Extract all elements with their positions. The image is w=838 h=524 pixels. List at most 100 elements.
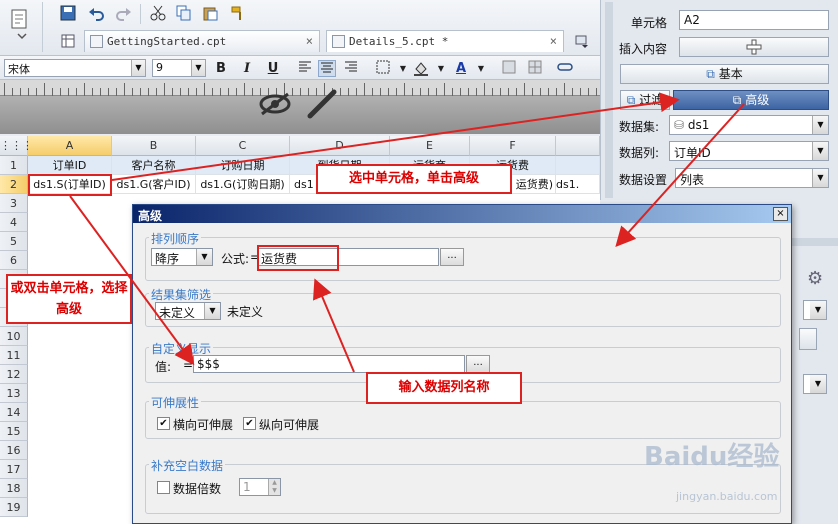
panel-select-2[interactable]: ▼ bbox=[803, 374, 827, 394]
tab-menu-icon[interactable] bbox=[572, 31, 592, 51]
horizontal-expand-checkbox[interactable]: ✔ bbox=[157, 417, 170, 430]
cell-address-input[interactable]: A2 bbox=[679, 10, 829, 30]
data-setting-value: 列表 bbox=[680, 173, 705, 187]
row-header[interactable]: 1 bbox=[0, 156, 28, 175]
gear-icon[interactable]: ⚙ bbox=[807, 268, 827, 289]
data-column-select[interactable]: 订单ID ▼ bbox=[669, 141, 829, 161]
custom-value-equals: = bbox=[183, 358, 194, 372]
row-header[interactable]: 5 bbox=[0, 232, 28, 251]
border-icon[interactable] bbox=[374, 60, 392, 77]
row-header[interactable]: 4 bbox=[0, 213, 28, 232]
row-header[interactable]: 18 bbox=[0, 479, 28, 498]
font-family-select[interactable]: 宋体 ▼ bbox=[4, 59, 146, 77]
column-header-b[interactable]: B bbox=[112, 136, 196, 156]
row-header[interactable]: 6 bbox=[0, 251, 28, 270]
panel-button[interactable] bbox=[799, 328, 817, 350]
select-all-corner[interactable]: ⋮⋮⋮ bbox=[0, 136, 33, 156]
chevron-down-icon[interactable]: ▼ bbox=[432, 60, 450, 77]
ruler-tick bbox=[436, 88, 437, 96]
chevron-down-icon[interactable]: ▼ bbox=[472, 60, 490, 77]
panel-splitter[interactable] bbox=[605, 2, 613, 198]
ruler-tick bbox=[572, 88, 573, 96]
cell-c2[interactable]: ds1.G(订购日期) bbox=[196, 175, 290, 194]
formula-browse-button[interactable]: ... bbox=[440, 248, 464, 266]
designer-menu-icon[interactable] bbox=[8, 6, 34, 40]
row-header[interactable]: 2 bbox=[0, 175, 28, 194]
cell-g2[interactable]: ds1. bbox=[556, 175, 600, 194]
cell-b2[interactable]: ds1.G(客户ID) bbox=[112, 175, 196, 194]
italic-button[interactable]: I bbox=[238, 60, 256, 77]
copy-icon[interactable] bbox=[174, 3, 194, 23]
bold-button[interactable]: B bbox=[212, 60, 230, 77]
paste-icon[interactable] bbox=[200, 3, 220, 23]
chevron-down-icon: ▼ bbox=[204, 303, 220, 319]
fill-color-icon[interactable] bbox=[412, 60, 430, 77]
font-size-select[interactable]: 9 ▼ bbox=[152, 59, 206, 77]
cell-g1[interactable] bbox=[556, 156, 600, 175]
text-color-button[interactable]: A bbox=[452, 60, 470, 77]
undo-icon[interactable] bbox=[86, 3, 106, 23]
tab-close-icon[interactable]: × bbox=[550, 34, 557, 48]
column-header-c[interactable]: C bbox=[196, 136, 290, 156]
hyperlink-icon[interactable] bbox=[556, 60, 574, 77]
ruler-tick bbox=[244, 83, 245, 96]
column-header-d[interactable]: D bbox=[290, 136, 390, 156]
row-header[interactable]: 17 bbox=[0, 460, 28, 479]
horizontal-ruler bbox=[0, 80, 600, 96]
column-header-e[interactable]: E bbox=[390, 136, 470, 156]
cut-icon[interactable] bbox=[148, 3, 168, 23]
advanced-button[interactable]: ⧉ 高级 bbox=[673, 90, 829, 110]
redo-icon[interactable] bbox=[114, 3, 134, 23]
ruler-tick bbox=[60, 88, 61, 96]
cell-b1[interactable]: 客户名称 bbox=[112, 156, 196, 175]
row-header[interactable]: 3 bbox=[0, 194, 28, 213]
tab-details-5[interactable]: Details_5.cpt * × bbox=[326, 30, 564, 52]
row-header[interactable]: 19 bbox=[0, 498, 28, 517]
expandability-title: 可伸展性 bbox=[149, 394, 202, 411]
row-header[interactable]: 14 bbox=[0, 403, 28, 422]
row-header[interactable]: 10 bbox=[0, 327, 28, 346]
filter-button[interactable]: ⧉ 过滤 bbox=[620, 90, 670, 110]
underline-button[interactable]: U bbox=[264, 60, 282, 77]
row-header[interactable]: 15 bbox=[0, 422, 28, 441]
tab-close-icon[interactable]: × bbox=[306, 34, 313, 48]
data-setting-select[interactable]: 列表 ▼ bbox=[675, 168, 829, 188]
data-multiple-spinner[interactable]: 1 ▲ ▼ bbox=[239, 478, 281, 496]
dataset-value: ds1 bbox=[687, 118, 710, 132]
ruler-tick bbox=[412, 88, 413, 96]
tab-gettingstarted[interactable]: GettingStarted.cpt × bbox=[84, 30, 320, 52]
basic-button[interactable]: ⧉ 基本 bbox=[620, 64, 829, 84]
new-report-icon[interactable] bbox=[58, 31, 78, 51]
row-header[interactable]: 13 bbox=[0, 384, 28, 403]
cell-c1[interactable]: 订购日期 bbox=[196, 156, 290, 175]
sort-order-select[interactable]: 降序 ▼ bbox=[151, 248, 213, 266]
row-header[interactable]: 12 bbox=[0, 365, 28, 384]
result-filter-select[interactable]: 未定义 ▼ bbox=[155, 302, 221, 320]
row-header[interactable]: 16 bbox=[0, 441, 28, 460]
insert-content-button[interactable] bbox=[679, 37, 829, 57]
align-right-icon[interactable] bbox=[342, 60, 360, 77]
custom-value-browse-button[interactable]: ... bbox=[466, 355, 490, 373]
panel-select[interactable]: ▼ bbox=[803, 300, 827, 320]
cell-a1[interactable]: 订单ID bbox=[28, 156, 112, 175]
dialog-close-button[interactable]: × bbox=[773, 207, 788, 221]
tab-label: GettingStarted.cpt bbox=[107, 35, 227, 48]
row-header[interactable]: 11 bbox=[0, 346, 28, 365]
align-center-icon[interactable] bbox=[318, 60, 336, 77]
ruler-tick bbox=[4, 83, 5, 96]
format-painter-icon[interactable] bbox=[228, 3, 248, 23]
split-cells-icon[interactable] bbox=[526, 60, 544, 77]
column-header-a[interactable]: A bbox=[28, 136, 112, 156]
align-left-icon[interactable] bbox=[296, 60, 314, 77]
data-multiple-checkbox[interactable] bbox=[157, 481, 170, 494]
vertical-expand-checkbox[interactable]: ✔ bbox=[243, 417, 256, 430]
fill-blank-data-title: 补充空白数据 bbox=[149, 457, 226, 474]
custom-value-input[interactable]: $$$ bbox=[193, 355, 465, 373]
dataset-select[interactable]: ⛁ ds1 ▼ bbox=[669, 115, 829, 135]
spinner-arrows-icon[interactable]: ▲ ▼ bbox=[268, 479, 280, 495]
save-icon[interactable] bbox=[58, 3, 78, 23]
chevron-down-icon[interactable]: ▼ bbox=[394, 60, 412, 77]
merge-cells-icon[interactable] bbox=[500, 60, 518, 77]
column-header-g[interactable] bbox=[556, 136, 600, 156]
column-header-f[interactable]: F bbox=[470, 136, 556, 156]
